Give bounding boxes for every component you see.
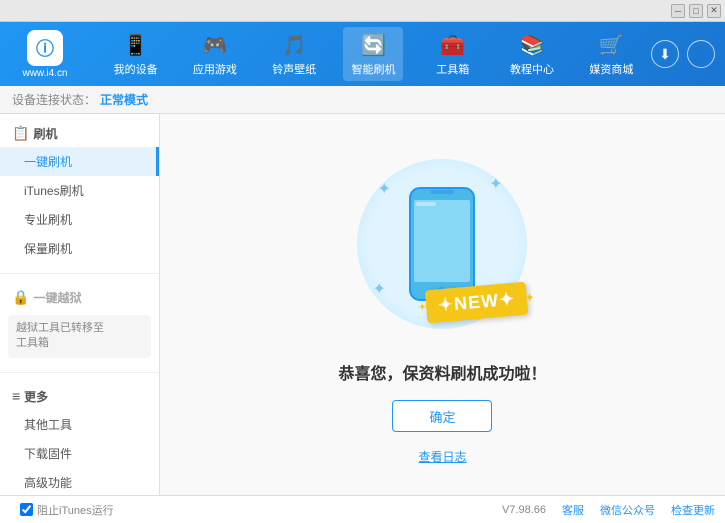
sidebar-pro-flash[interactable]: 专业刷机 — [0, 205, 159, 234]
sidebar-jailbreak-section: 🔒 一键越狱 越狱工具已转移至工具箱 — [0, 278, 159, 368]
minimize-btn[interactable]: ─ — [671, 4, 685, 18]
sidebar-other-tools[interactable]: 其他工具 — [0, 410, 159, 439]
header: ⓘ www.i4.cn 📱 我的设备 🎮 应用游戏 🎵 铃声壁纸 🔄 智能刷机 … — [0, 22, 725, 86]
sparkle-bl: ✦ — [372, 279, 385, 299]
ringtone-icon: 🎵 — [280, 31, 308, 59]
header-right: ⬇ 👤 — [651, 40, 715, 68]
wechat-link[interactable]: 微信公众号 — [600, 502, 655, 518]
jailbreak-note: 越狱工具已转移至工具箱 — [8, 315, 151, 358]
browse-log-link[interactable]: 查看日志 — [418, 448, 466, 465]
sidebar-more-header: ≡ 更多 — [0, 383, 159, 410]
nav-toolbox-label: 工具箱 — [436, 61, 469, 77]
bottom-left: 阻止iTunes运行 — [10, 498, 124, 522]
stop-itunes-text: 阻止iTunes运行 — [37, 502, 114, 518]
success-text: 恭喜您，保资料刷机成功啦！ — [338, 360, 546, 384]
close-btn[interactable]: ✕ — [707, 4, 721, 18]
app-game-icon: 🎮 — [201, 31, 229, 59]
logo-icon: ⓘ — [27, 30, 63, 66]
success-illustration: ✦ ✦ ✦ ✦ ✦NEW✦ 恭喜您 — [338, 144, 546, 465]
sidebar-jailbreak-header: 🔒 一键越狱 — [0, 284, 159, 311]
flash-section-icon: 📋 — [12, 125, 29, 142]
tutorial-icon: 📚 — [518, 31, 546, 59]
stop-itunes-label[interactable]: 阻止iTunes运行 — [10, 498, 124, 522]
sidebar-flash-header: 📋 刷机 — [0, 120, 159, 147]
nav-my-device[interactable]: 📱 我的设备 — [106, 27, 166, 81]
sidebar: 📋 刷机 一键刷机 iTunes刷机 专业刷机 保量刷机 🔒 一键越狱 — [0, 114, 160, 495]
stop-itunes-checkbox[interactable] — [20, 503, 33, 516]
bottom-bar: 阻止iTunes运行 V7.98.66 客服 微信公众号 检查更新 — [0, 495, 725, 523]
sidebar-download-firmware[interactable]: 下载固件 — [0, 439, 159, 468]
main-layout: 📋 刷机 一键刷机 iTunes刷机 专业刷机 保量刷机 🔒 一键越狱 — [0, 114, 725, 495]
nav-smart-flash[interactable]: 🔄 智能刷机 — [343, 27, 403, 81]
nav-tutorial-label: 教程中心 — [510, 61, 554, 77]
sidebar-save-flash[interactable]: 保量刷机 — [0, 234, 159, 263]
nav-toolbox[interactable]: 🧰 工具箱 — [423, 27, 483, 81]
user-btn[interactable]: 👤 — [687, 40, 715, 68]
logo-text: www.i4.cn — [22, 68, 67, 79]
flash-section-label: 刷机 — [33, 125, 57, 142]
nav-media-store[interactable]: 🛒 媒资商城 — [581, 27, 641, 81]
bottom-right: V7.98.66 客服 微信公众号 检查更新 — [502, 502, 715, 518]
toolbox-icon: 🧰 — [439, 31, 467, 59]
sidebar-one-click-flash[interactable]: 一键刷机 — [0, 147, 159, 176]
customer-service-link[interactable]: 客服 — [562, 502, 584, 518]
more-section-icon: ≡ — [12, 388, 20, 404]
sparkle-tr: ✦ — [489, 174, 502, 194]
logo[interactable]: ⓘ www.i4.cn — [10, 30, 80, 79]
download-btn[interactable]: ⬇ — [651, 40, 679, 68]
sidebar-advanced[interactable]: 高级功能 — [0, 468, 159, 495]
sidebar-divider-1 — [0, 273, 159, 274]
sparkle-tl: ✦ — [377, 179, 390, 199]
sidebar-itunes-flash[interactable]: iTunes刷机 — [0, 176, 159, 205]
main-content: ✦ ✦ ✦ ✦ ✦NEW✦ 恭喜您 — [160, 114, 725, 495]
sidebar-flash-section: 📋 刷机 一键刷机 iTunes刷机 专业刷机 保量刷机 — [0, 114, 159, 269]
sidebar-more-section: ≡ 更多 其他工具 下载固件 高级功能 — [0, 377, 159, 495]
nav-app-game[interactable]: 🎮 应用游戏 — [185, 27, 245, 81]
jailbreak-section-label: 一键越狱 — [33, 289, 81, 306]
version-text: V7.98.66 — [502, 504, 546, 516]
smart-flash-icon: 🔄 — [359, 31, 387, 59]
status-label: 设备连接状态： — [12, 91, 96, 108]
nav-my-device-label: 我的设备 — [114, 61, 158, 77]
more-section-label: 更多 — [24, 388, 48, 405]
phone-badge-wrapper: ✦ ✦ ✦ ✦ ✦NEW✦ — [342, 144, 542, 344]
title-bar: ─ □ ✕ — [0, 0, 725, 22]
jailbreak-section-icon: 🔒 — [12, 289, 29, 306]
nav-tutorial[interactable]: 📚 教程中心 — [502, 27, 562, 81]
nav-bar: 📱 我的设备 🎮 应用游戏 🎵 铃声壁纸 🔄 智能刷机 🧰 工具箱 📚 教程中心… — [96, 27, 651, 81]
media-store-icon: 🛒 — [597, 31, 625, 59]
nav-app-game-label: 应用游戏 — [193, 61, 237, 77]
nav-smart-flash-label: 智能刷机 — [351, 61, 395, 77]
status-value: 正常模式 — [100, 91, 148, 108]
confirm-button[interactable]: 确定 — [392, 400, 492, 432]
status-bar: 设备连接状态： 正常模式 — [0, 86, 725, 114]
nav-ringtone[interactable]: 🎵 铃声壁纸 — [264, 27, 324, 81]
nav-media-store-label: 媒资商城 — [589, 61, 633, 77]
my-device-icon: 📱 — [122, 31, 150, 59]
nav-ringtone-label: 铃声壁纸 — [272, 61, 316, 77]
sidebar-divider-2 — [0, 372, 159, 373]
maximize-btn[interactable]: □ — [689, 4, 703, 18]
check-update-link[interactable]: 检查更新 — [671, 502, 715, 518]
